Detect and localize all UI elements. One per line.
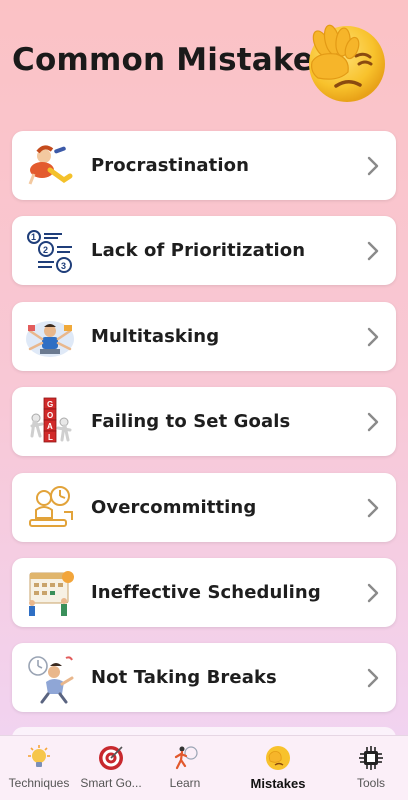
- mistake-card-not-taking-breaks[interactable]: Not Taking Breaks: [12, 643, 396, 713]
- calendar-scheduling-icon: [29, 570, 74, 616]
- runner-icon: [174, 746, 198, 770]
- tired-person-icon: [28, 656, 74, 704]
- lightbulb-icon: [28, 745, 50, 767]
- nav-tab-techniques[interactable]: Techniques: [0, 736, 78, 800]
- target-icon: [99, 746, 123, 770]
- ai-chip-icon: [359, 746, 383, 770]
- multitasking-person-icon: [26, 320, 74, 357]
- chevron-right-icon: [367, 669, 379, 688]
- nav-label: Tools: [356, 776, 385, 790]
- chevron-right-icon: [367, 156, 379, 176]
- svg-text:L: L: [48, 433, 53, 442]
- nav-tab-learn[interactable]: Learn: [148, 736, 222, 800]
- mistake-card-multitasking[interactable]: Multitasking: [12, 301, 396, 371]
- page-title: Common Mistakes: [12, 42, 333, 78]
- mistake-label: Failing to Set Goals: [91, 411, 291, 433]
- overcommitting-clock-icon: [29, 485, 73, 527]
- mistakes-list: Procrastination 12 3 Lack of Prioritizati…: [12, 131, 396, 729]
- svg-text:2: 2: [43, 245, 48, 255]
- svg-text:A: A: [47, 422, 53, 431]
- goal-blocks-icon: GOAL: [30, 397, 72, 443]
- page-header: Common Mistakes: [0, 0, 408, 120]
- chevron-right-icon: [367, 412, 379, 432]
- nav-label: Mistakes: [250, 776, 306, 791]
- mistake-label: Not Taking Breaks: [91, 667, 277, 689]
- mistake-card-lack-of-prioritization[interactable]: 12 3 Lack of Prioritization: [12, 216, 396, 286]
- nav-tab-mistakes[interactable]: Mistakes: [238, 736, 318, 800]
- mistake-label: Multitasking: [91, 325, 220, 347]
- chevron-right-icon: [367, 498, 379, 517]
- svg-text:3: 3: [61, 261, 66, 271]
- numbered-priority-list-icon: 12 3: [27, 230, 72, 274]
- mistake-card-failing-to-set-goals[interactable]: GOAL Failing to Set Goals: [12, 387, 396, 457]
- svg-text:G: G: [47, 400, 53, 409]
- svg-text:O: O: [47, 411, 53, 420]
- nav-tab-tools[interactable]: Tools: [334, 736, 408, 800]
- svg-text:1: 1: [31, 232, 36, 242]
- mistake-card-ineffective-scheduling[interactable]: Ineffective Scheduling: [12, 557, 396, 627]
- mistake-label: Ineffective Scheduling: [91, 581, 321, 603]
- mistake-card-overcommitting[interactable]: Overcommitting: [12, 472, 396, 542]
- chevron-right-icon: [367, 242, 379, 261]
- facepalm-emoji-icon: [309, 24, 385, 102]
- nav-label: Techniques: [8, 776, 70, 790]
- mistake-label: Overcommitting: [91, 496, 257, 518]
- bottom-nav: Techniques Smart Go... Learn Mistakes To…: [0, 735, 408, 800]
- procrastination-icon: [28, 145, 73, 185]
- chevron-right-icon: [367, 327, 379, 346]
- mistake-card-procrastination[interactable]: Procrastination: [12, 131, 396, 200]
- mistake-label: Lack of Prioritization: [91, 240, 306, 262]
- nav-tab-smart-goals[interactable]: Smart Go...: [74, 736, 148, 800]
- facepalm-icon: [266, 746, 290, 770]
- mistake-label: Procrastination: [91, 155, 250, 176]
- chevron-right-icon: [367, 583, 379, 603]
- nav-label: Learn: [169, 776, 201, 790]
- nav-label: Smart Go...: [80, 776, 142, 790]
